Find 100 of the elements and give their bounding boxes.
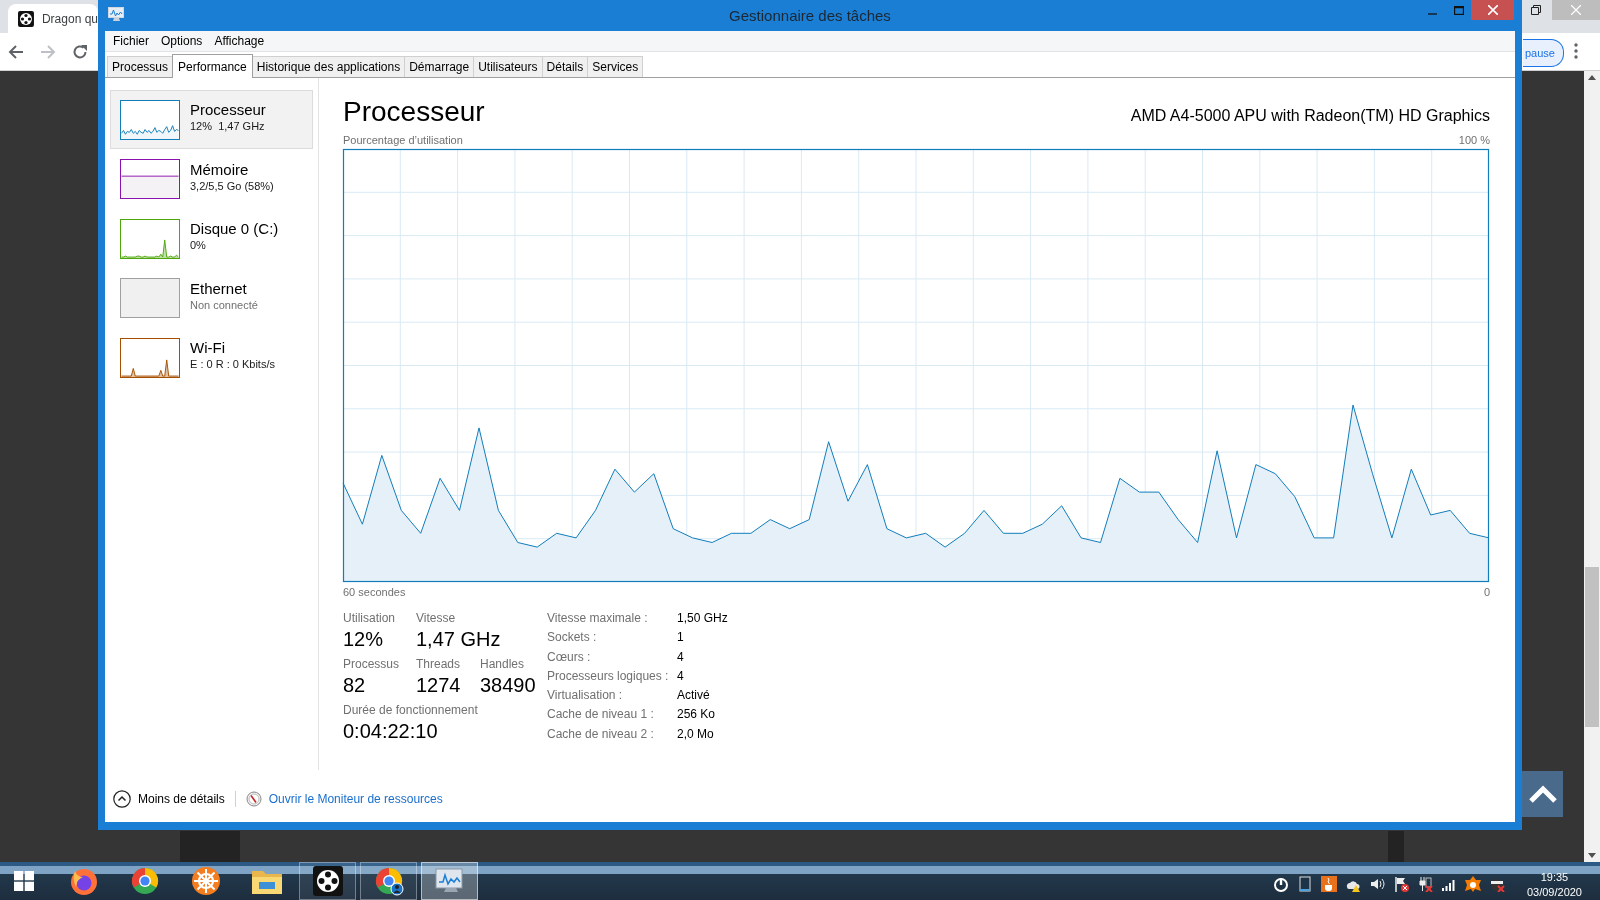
chevron-up-icon	[1528, 785, 1557, 803]
cup-icon[interactable]	[1320, 876, 1337, 892]
clock-date[interactable]: 03/09/2020	[1526, 885, 1582, 898]
gauge-icon	[245, 791, 262, 807]
sidebar-item[interactable]: Processeur 12% 1,47 GHz	[110, 90, 313, 149]
tab[interactable]: Services	[587, 56, 644, 77]
sidebar-item[interactable]: Ethernet Non connecté	[110, 268, 313, 328]
spec-value: 1,50 GHz	[677, 611, 728, 627]
sidebar-item[interactable]: Mémoire 3,2/5,5 Go (58%)	[110, 149, 313, 209]
sidebar-item[interactable]: Disque 0 (C:) 0%	[110, 209, 313, 268]
spec-value: 4	[677, 668, 685, 685]
item-subtitle: E : 0 R : 0 Kbits/s	[190, 358, 275, 370]
taskbar-button[interactable]	[360, 862, 417, 900]
tab[interactable]: Performance	[172, 54, 253, 78]
x-axis-label: 60 secondes	[343, 586, 406, 598]
tab[interactable]: Historique des applications	[251, 56, 406, 77]
less-details-link[interactable]: Moins de détails	[138, 792, 225, 806]
plug-error-icon[interactable]	[1416, 876, 1433, 892]
notepad-icon[interactable]	[1296, 876, 1313, 892]
resource-monitor-link[interactable]: Ouvrir le Moniteur de ressources	[268, 792, 443, 806]
scrollbar[interactable]	[1584, 71, 1600, 862]
stat-value: 12%	[343, 628, 385, 651]
item-subtitle: 0%	[190, 239, 207, 251]
minimize-icon	[1427, 12, 1437, 15]
scroll-thumb[interactable]	[1585, 567, 1599, 727]
sidebar-item[interactable]: Wi-Fi E : 0 R : 0 Kbits/s	[110, 328, 313, 387]
clock-time[interactable]: 19:35	[1540, 870, 1569, 883]
close-icon	[1571, 5, 1581, 15]
spec-label: Virtualisation :	[547, 688, 624, 705]
fox-globe-icon	[68, 866, 99, 896]
item-subtitle: Non connecté	[190, 298, 258, 311]
maximize-icon	[1453, 5, 1464, 15]
spec-value: 4	[677, 649, 685, 666]
ship-wheel-icon	[190, 866, 221, 896]
stat-label: Durée de fonctionnement	[343, 703, 478, 717]
item-subtitle: 12% 1,47 GHz	[190, 120, 266, 132]
stat-value: 82	[343, 674, 367, 697]
item-title: Processeur	[190, 101, 266, 118]
tab[interactable]: Utilisateurs	[473, 56, 543, 77]
spec-label: Cache de niveau 1 :	[547, 707, 655, 724]
spec-label: Processeurs logiques :	[547, 668, 670, 685]
page-panel	[1388, 831, 1404, 863]
ring-logo-icon	[129, 866, 160, 896]
scroll-down-icon[interactable]	[1588, 853, 1596, 858]
flag-error-icon[interactable]	[1392, 876, 1409, 892]
item-title: Disque 0 (C:)	[190, 220, 279, 237]
forward-arrow-icon	[40, 43, 56, 60]
spec-label: Cœurs :	[547, 649, 592, 666]
cpu-model: AMD A4-5000 APU with Radeon(TM) HD Graphics	[1130, 107, 1490, 125]
close-button[interactable]	[1471, 0, 1514, 20]
monitor-graph-icon	[108, 7, 124, 22]
back-arrow-icon	[8, 43, 24, 60]
back-to-top-button[interactable]	[1522, 771, 1563, 817]
spec-label: Vitesse maximale :	[547, 611, 649, 627]
close-icon	[1487, 5, 1498, 15]
menu-item[interactable]: Options	[155, 34, 209, 48]
more-menu-icon[interactable]	[1574, 43, 1578, 59]
stat-value: 1274	[416, 674, 462, 697]
stat-value: 1,47 GHz	[416, 628, 501, 651]
scroll-up-icon[interactable]	[1588, 75, 1596, 80]
spec-value: 1	[677, 630, 685, 647]
stat-label: Threads	[416, 657, 462, 671]
emblem-icon	[312, 866, 343, 896]
pause-button[interactable]: pause	[1523, 39, 1564, 67]
monitor-graph-icon	[433, 867, 466, 895]
stat-label: Utilisation	[343, 611, 397, 625]
ring-logo-user-icon	[373, 866, 404, 896]
item-title: Wi-Fi	[190, 339, 226, 356]
stat-value: 0:04:22:10	[343, 720, 439, 743]
emblem-icon	[18, 10, 34, 27]
item-subtitle: 3,2/5,5 Go (58%)	[190, 179, 274, 192]
tab[interactable]: Démarrage	[404, 56, 475, 77]
windows-logo-icon	[14, 871, 34, 891]
stat-label: Processus	[343, 657, 401, 671]
spec-value: Activé	[677, 688, 711, 705]
browser-tab[interactable]: Dragon qu	[8, 4, 98, 33]
window-title: Gestionnaire des tâches	[729, 7, 891, 24]
reload-icon	[72, 43, 88, 60]
chevron-up-circle-icon[interactable]	[113, 790, 131, 808]
spec-label: Cache de niveau 2 :	[547, 726, 655, 743]
power-icon[interactable]	[1272, 876, 1289, 892]
item-title: Mémoire	[190, 160, 250, 178]
panel-title: Processeur	[343, 96, 485, 128]
glasses-error-icon[interactable]	[1488, 876, 1505, 892]
tab[interactable]: Détails	[541, 56, 589, 77]
menu-item[interactable]: Fichier	[107, 34, 155, 48]
page-panel	[180, 831, 240, 863]
spec-value: 2,0 Mo	[677, 726, 715, 743]
y-tick-label: 100 %	[1458, 134, 1490, 146]
taskbar-button[interactable]	[299, 862, 356, 900]
menu-item[interactable]: Affichage	[208, 34, 271, 48]
spec-label: Sockets :	[547, 630, 598, 647]
speaker-icon[interactable]	[1368, 876, 1385, 892]
stat-label: Handles	[480, 657, 526, 671]
y-tick-label: 0	[1483, 586, 1490, 598]
restore-icon	[1531, 5, 1541, 15]
stat-label: Vitesse	[416, 611, 457, 625]
item-title: Ethernet	[190, 279, 248, 297]
tab[interactable]: Processus	[107, 56, 174, 77]
spec-value: 256 Ko	[677, 707, 717, 724]
